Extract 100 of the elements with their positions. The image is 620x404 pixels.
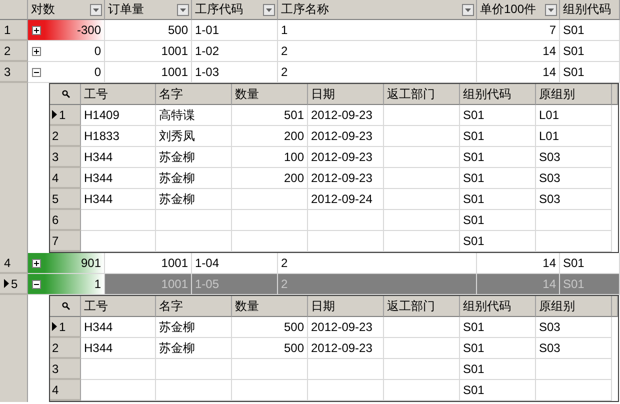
row-number: 4 [4, 256, 11, 270]
column-header[interactable]: 工序代码 [192, 0, 278, 20]
column-header[interactable]: 原组别 [536, 296, 612, 317]
row-number: 2 [4, 44, 11, 58]
row-header[interactable]: 2 [50, 126, 81, 147]
table-cell: 苏金柳 [156, 147, 232, 168]
filter-dropdown-icon[interactable] [177, 4, 189, 16]
row-number: 3 [4, 64, 11, 78]
column-header[interactable]: 订单量 [105, 0, 192, 20]
table-cell: S01 [560, 62, 620, 83]
current-row-icon [52, 322, 57, 331]
column-header[interactable]: 返工部门 [384, 296, 460, 317]
row-header[interactable]: 3 [50, 359, 81, 380]
column-label: 工序名称 [281, 1, 329, 18]
filter-dropdown-icon[interactable] [90, 4, 102, 16]
filter-dropdown-icon[interactable] [462, 4, 474, 16]
current-row-icon [52, 110, 57, 119]
row-header[interactable]: 7 [50, 231, 81, 252]
row-header[interactable]: 2 [50, 338, 81, 359]
table-cell: S01 [560, 274, 620, 295]
table-cell: 苏金柳 [156, 189, 232, 210]
column-header[interactable]: 组别代码 [460, 84, 536, 105]
column-header[interactable]: 工序名称 [278, 0, 477, 20]
expand-icon[interactable] [32, 258, 41, 268]
row-number: 2 [52, 128, 59, 142]
filter-dropdown-icon[interactable] [263, 4, 275, 16]
column-header[interactable]: 工号 [81, 296, 156, 317]
row-header[interactable]: 4 [0, 253, 28, 274]
table-cell: S01 [560, 20, 620, 41]
column-header[interactable]: 组别代码 [560, 0, 620, 20]
row-header[interactable]: 1 [0, 20, 28, 41]
collapse-icon[interactable] [32, 68, 41, 76]
search-icon[interactable] [62, 302, 70, 310]
table-cell: S03 [536, 338, 612, 359]
row-header[interactable]: 1 [50, 105, 81, 126]
column-label: 单价100件 [480, 1, 536, 18]
column-header[interactable]: 单价100件 [477, 0, 560, 20]
table-cell: S01 [460, 359, 536, 380]
table-cell: 500 [232, 338, 308, 359]
row-header[interactable]: 4 [50, 168, 81, 189]
table-cell: 14 [477, 253, 560, 274]
column-header[interactable]: 日期 [308, 296, 384, 317]
table-cell: S01 [560, 41, 620, 62]
table-cell: 1-05 [192, 274, 278, 295]
column-header[interactable]: 数量 [232, 84, 308, 105]
row-header[interactable]: 5 [0, 274, 28, 295]
row-number: 4 [52, 382, 59, 396]
column-label: 订单量 [108, 1, 144, 18]
row-header[interactable]: 6 [50, 210, 81, 231]
table-cell: 1 [278, 20, 477, 41]
search-icon[interactable] [62, 90, 70, 98]
column-header[interactable]: 名字 [156, 84, 232, 105]
column-header[interactable]: 工号 [81, 84, 156, 105]
table-cell: 高特谍 [156, 105, 232, 126]
column-label: 组别代码 [563, 1, 611, 18]
table-cell: 7 [477, 20, 560, 41]
table-cell: S01 [460, 189, 536, 210]
row-number: 1 [4, 22, 11, 36]
row-number: 4 [52, 170, 59, 184]
row-header[interactable]: 3 [0, 62, 28, 83]
row-header[interactable]: 5 [50, 189, 81, 210]
row-header[interactable]: 3 [50, 147, 81, 168]
column-header[interactable]: 对数 [28, 0, 105, 20]
column-header[interactable]: 数量 [232, 296, 308, 317]
column-header[interactable]: 日期 [308, 84, 384, 105]
table-cell: 1-03 [192, 62, 278, 83]
row-header[interactable]: 1 [50, 317, 81, 338]
table-cell: 100 [232, 147, 308, 168]
cell-value: 901 [80, 256, 101, 270]
table-cell: 2 [278, 41, 477, 62]
table-cell: S03 [536, 317, 612, 338]
table-cell: 200 [232, 126, 308, 147]
table-cell: 501 [232, 105, 308, 126]
expand-icon[interactable] [32, 26, 41, 34]
table-cell: S01 [460, 105, 536, 126]
column-header[interactable]: 名字 [156, 296, 232, 317]
table-cell: 500 [105, 20, 192, 41]
row-header[interactable]: 4 [50, 380, 81, 401]
table-cell: S01 [460, 338, 536, 359]
row-number: 1 [59, 108, 66, 122]
table-cell: H344 [81, 168, 156, 189]
table-cell: S01 [460, 168, 536, 189]
table-cell: S01 [460, 147, 536, 168]
column-header[interactable]: 返工部门 [384, 84, 460, 105]
column-header[interactable]: 组别代码 [460, 296, 536, 317]
expand-icon[interactable] [32, 46, 41, 56]
row-number: 3 [52, 150, 59, 164]
table-cell: 1-01 [192, 20, 278, 41]
cell-value: 0 [94, 44, 101, 58]
table-cell: 2012-09-23 [308, 105, 384, 126]
row-number: 3 [52, 362, 59, 376]
table-cell: 刘秀凤 [156, 126, 232, 147]
collapse-icon[interactable] [32, 280, 41, 288]
filter-dropdown-icon[interactable] [545, 4, 557, 16]
table-cell: H1833 [81, 126, 156, 147]
table-cell: 14 [477, 41, 560, 62]
row-header[interactable]: 2 [0, 41, 28, 62]
column-header[interactable]: 原组别 [536, 84, 612, 105]
table-cell: H344 [81, 317, 156, 338]
table-cell: H344 [81, 147, 156, 168]
